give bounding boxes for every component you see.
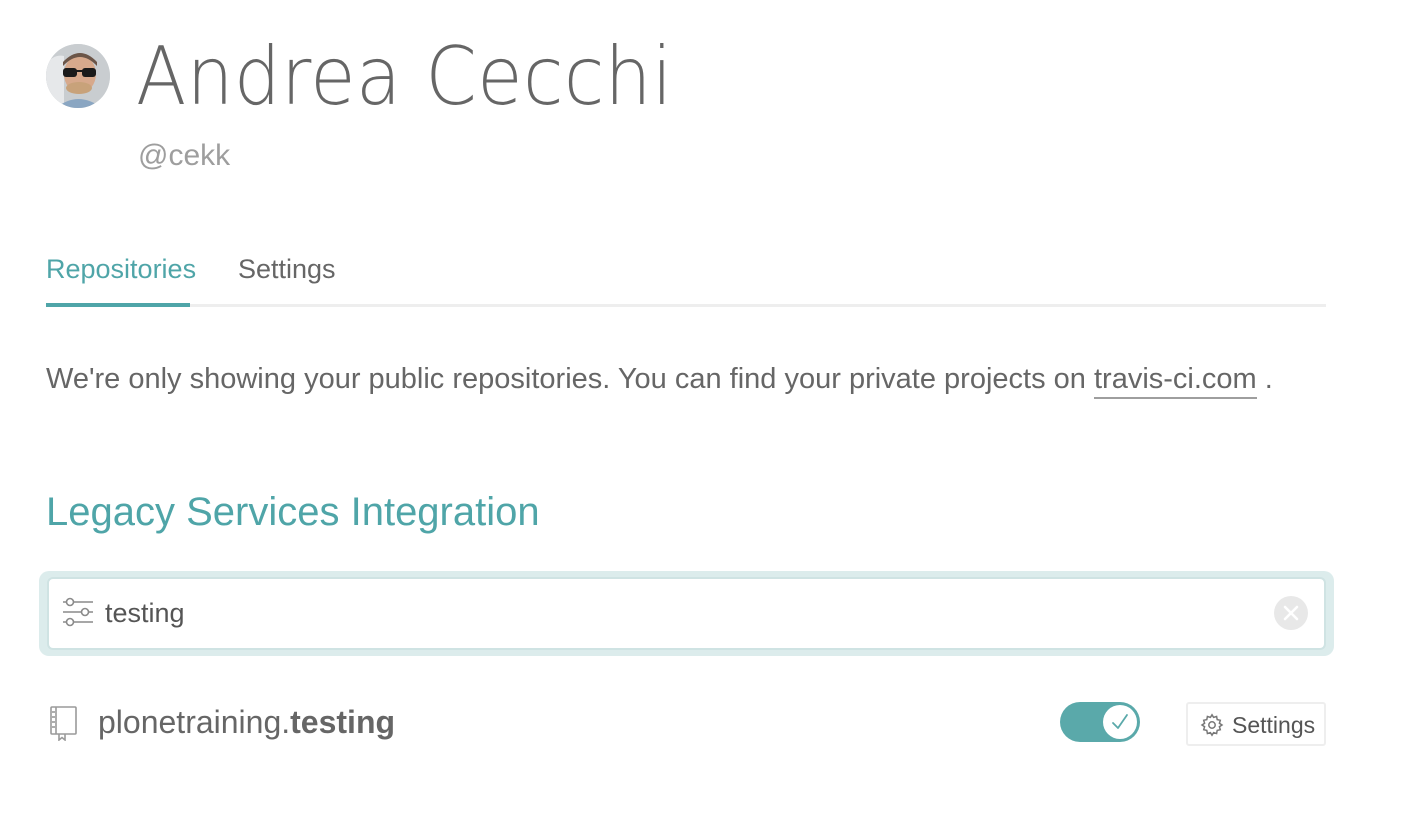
repo-name: testing [290,704,396,740]
tab-repositories[interactable]: Repositories [46,250,196,307]
public-repos-notice: We're only showing your public repositor… [46,360,1273,399]
user-name: Andrea Cecchi [136,30,673,123]
repo-name-link[interactable]: plonetraining.testing [98,700,395,744]
avatar-photo-icon [46,44,110,108]
tab-settings[interactable]: Settings [238,250,336,304]
repo-filter-box [47,577,1326,650]
filter-sliders-icon [63,597,93,627]
avatar[interactable] [46,44,110,108]
repo-activation-toggle[interactable] [1060,702,1140,742]
repo-search-input[interactable] [105,579,1254,648]
settings-button-label: Settings [1232,712,1316,738]
repo-settings-button[interactable]: Settings [1186,702,1326,746]
repo-owner: plonetraining. [98,704,291,740]
toggle-knob [1103,705,1137,739]
section-title: Legacy Services Integration [46,490,540,534]
notice-suffix: . [1264,363,1273,395]
profile-tabs: Repositories Settings [46,250,1326,307]
repo-row: plonetraining.testing Settings [46,696,1326,750]
travis-ci-com-link[interactable]: travis-ci.com [1093,363,1257,399]
notice-text: We're only showing your public repositor… [46,363,1086,395]
user-handle: @cekk [138,139,231,172]
repo-filter [39,571,1334,656]
close-circle-icon[interactable] [1274,596,1308,630]
repo-book-icon [50,706,77,741]
gear-icon [1200,713,1224,737]
profile-page: Andrea Cecchi @cekk Repositories Setting… [0,0,1404,832]
checkmark-icon [1112,714,1128,729]
